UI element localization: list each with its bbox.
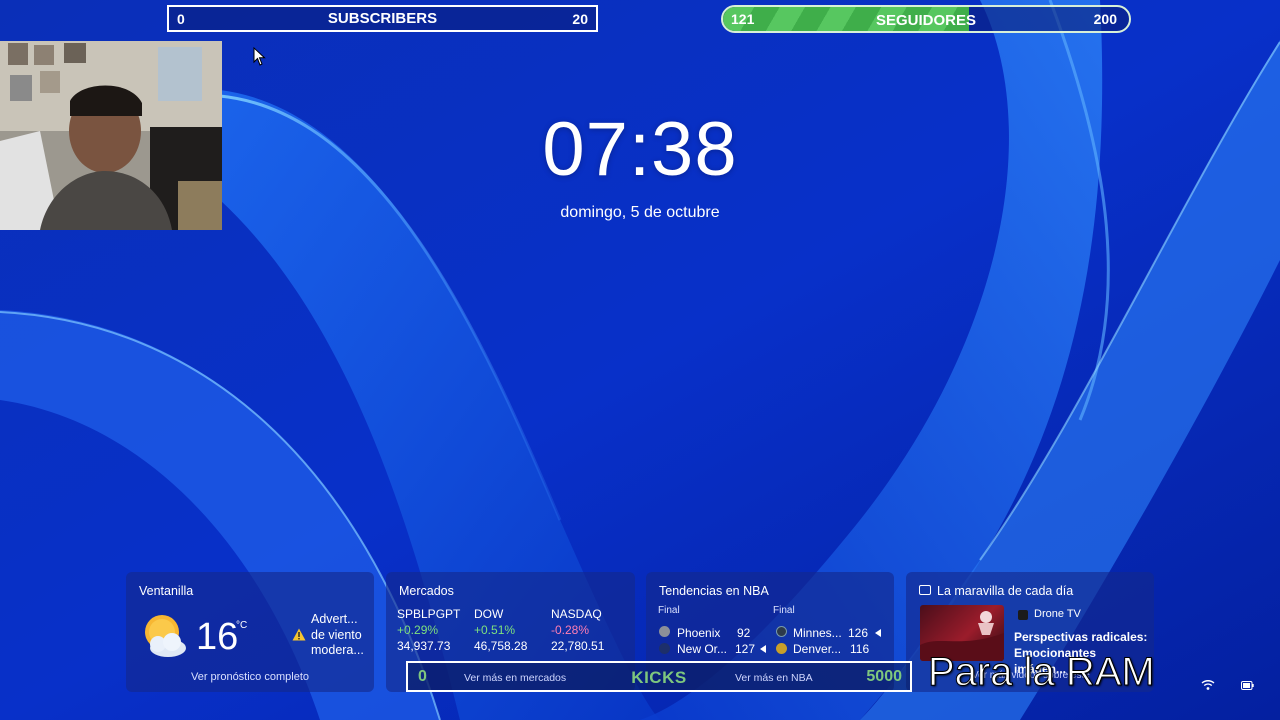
team-logo-icon [776, 626, 787, 637]
market-name: NASDAQ [551, 607, 602, 621]
weather-alert-line: Advert... [311, 612, 358, 626]
market-value: 46,758.28 [474, 639, 528, 653]
team-logo-icon [659, 643, 670, 654]
game-status: Final [773, 605, 795, 616]
warning-icon [292, 628, 306, 641]
partly-cloudy-icon [145, 615, 186, 657]
team-name: Phoenix [677, 626, 721, 640]
followers-label: SEGUIDORES [875, 12, 977, 29]
lockscreen-clock: 07:38 [542, 107, 738, 192]
market-item-nasdaq[interactable]: NASDAQ -0.28% 22,780.51 [551, 606, 604, 654]
market-value: 22,780.51 [551, 639, 605, 653]
weather-unit: °C [236, 620, 248, 631]
team-name: Denver... [793, 642, 842, 656]
source-logo-icon [1018, 610, 1028, 620]
markets-title: Mercados [399, 584, 454, 598]
subscribers-current: 0 [177, 10, 185, 27]
video-source: Drone TV [1034, 608, 1081, 620]
kicks-goal-bar: 0 Ver más en mercados KICKS Ver más en N… [406, 661, 912, 692]
subscribers-label: SUBSCRIBERS [327, 10, 438, 27]
mouse-cursor-icon [253, 47, 266, 66]
winner-marker-icon [760, 645, 766, 653]
wifi-icon[interactable] [1201, 678, 1215, 692]
team-name: New Or... [677, 642, 728, 656]
market-item-dow[interactable]: DOW +0.51% 46,758.28 [474, 606, 527, 654]
subscribers-goal: 20 [572, 10, 588, 27]
team-score: 126 [848, 626, 869, 640]
weather-temperature: 16 [196, 616, 239, 658]
market-change: +0.51% [474, 623, 516, 637]
market-change: -0.28% [551, 623, 590, 637]
team-score: 127 [735, 642, 756, 656]
team-name: Minnes... [793, 626, 842, 640]
kicks-label: KICKS [631, 668, 687, 687]
daily-title: La maravilla de cada día [937, 584, 1074, 598]
battery-icon[interactable] [1241, 681, 1254, 690]
weather-alert[interactable]: Advert... de viento modera... [311, 612, 371, 659]
game-status: Final [658, 605, 680, 616]
team-logo-icon [659, 626, 670, 637]
market-item-spblpgpt[interactable]: SPBLPGPT +0.29% 34,937.73 [397, 606, 460, 654]
weather-widget[interactable]: Ventanilla 16 °C Advert... de viento mod… [126, 572, 374, 692]
team-logo-icon [776, 643, 787, 654]
webcam-overlay [0, 41, 222, 230]
weather-location: Ventanilla [139, 584, 194, 598]
market-value: 34,937.73 [397, 639, 451, 653]
weather-alert-line: modera... [311, 643, 364, 657]
lockscreen-date: domingo, 5 de octubre [560, 204, 720, 221]
weather-forecast-link[interactable]: Ver pronóstico completo [126, 671, 374, 683]
team-score: 116 [850, 642, 870, 656]
market-name: DOW [474, 607, 504, 621]
nba-title: Tendencias en NBA [659, 584, 769, 598]
weather-alert-line: de viento [311, 627, 362, 642]
winner-marker-icon [875, 629, 881, 637]
market-name: SPBLPGPT [397, 607, 461, 621]
stream-caption: Para la RAM [928, 650, 1156, 695]
market-change: +0.29% [397, 623, 439, 637]
subscribers-goal-bar: 0 SUBSCRIBERS 20 [167, 5, 598, 32]
nba-more-link[interactable]: Ver más en NBA [735, 672, 813, 684]
followers-goal-bar: 121 200 SEGUIDORES [721, 5, 1131, 33]
team-score: 92 [737, 626, 751, 640]
kicks-goal: 5000 [866, 668, 902, 685]
video-icon [919, 585, 931, 595]
